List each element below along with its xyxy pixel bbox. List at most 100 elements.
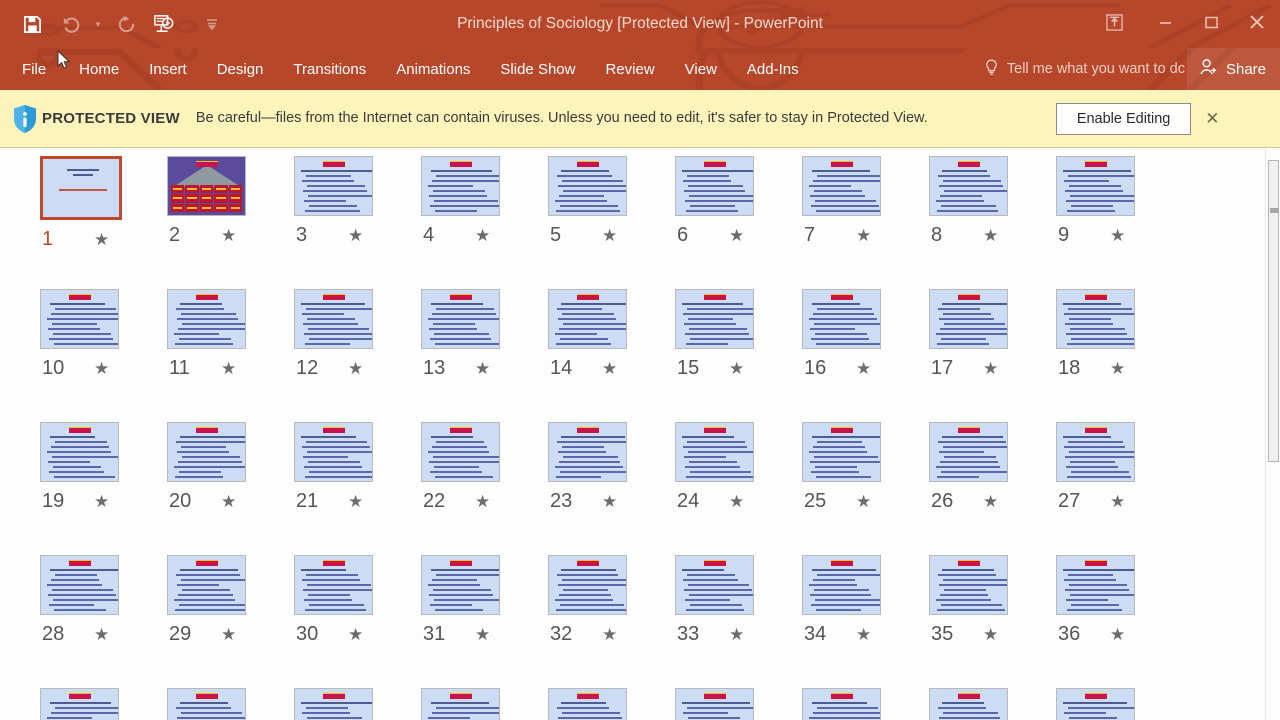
slide-thumbnail-19[interactable]: 19 ★ bbox=[40, 422, 167, 555]
animation-star-icon[interactable]: ★ bbox=[729, 626, 744, 643]
animation-star-icon[interactable]: ★ bbox=[475, 626, 490, 643]
slide-thumbnail-8[interactable]: 8 ★ bbox=[929, 156, 1056, 289]
slide-preview[interactable] bbox=[40, 156, 122, 220]
slide-thumbnail-37[interactable]: 37★ bbox=[40, 688, 167, 720]
animation-star-icon[interactable]: ★ bbox=[221, 626, 236, 643]
animation-star-icon[interactable]: ★ bbox=[983, 626, 998, 643]
animation-star-icon[interactable]: ★ bbox=[1110, 626, 1125, 643]
animation-star-icon[interactable]: ★ bbox=[602, 493, 617, 510]
slide-preview[interactable] bbox=[294, 555, 373, 615]
close-protected-view-icon[interactable]: ✕ bbox=[1199, 109, 1225, 129]
animation-star-icon[interactable]: ★ bbox=[856, 626, 871, 643]
slide-thumbnail-4[interactable]: 4 ★ bbox=[421, 156, 548, 289]
animation-star-icon[interactable]: ★ bbox=[729, 360, 744, 377]
slide-preview[interactable] bbox=[167, 156, 246, 216]
slide-preview[interactable] bbox=[929, 289, 1008, 349]
slide-thumbnail-42[interactable]: 42★ bbox=[675, 688, 802, 720]
maximize-icon[interactable] bbox=[1188, 0, 1234, 44]
slide-thumbnail-16[interactable]: 16 ★ bbox=[802, 289, 929, 422]
slide-thumbnail-34[interactable]: 34 ★ bbox=[802, 555, 929, 688]
animation-star-icon[interactable]: ★ bbox=[856, 227, 871, 244]
slide-preview[interactable] bbox=[294, 156, 373, 216]
animation-star-icon[interactable]: ★ bbox=[94, 493, 109, 510]
animation-star-icon[interactable]: ★ bbox=[475, 493, 490, 510]
animation-star-icon[interactable]: ★ bbox=[94, 626, 109, 643]
slide-preview[interactable] bbox=[675, 688, 754, 720]
slide-preview[interactable] bbox=[929, 422, 1008, 482]
tab-add-ins[interactable]: Add-Ins bbox=[732, 48, 814, 90]
tab-transitions[interactable]: Transitions bbox=[278, 48, 381, 90]
slide-thumbnail-10[interactable]: 10 ★ bbox=[40, 289, 167, 422]
tab-insert[interactable]: Insert bbox=[134, 48, 202, 90]
slide-preview[interactable] bbox=[929, 555, 1008, 615]
slide-thumbnail-18[interactable]: 18 ★ bbox=[1056, 289, 1183, 422]
tell-me-box[interactable]: Tell me what you want to dc bbox=[984, 48, 1185, 90]
slide-preview[interactable] bbox=[548, 555, 627, 615]
slide-thumbnail-29[interactable]: 29 ★ bbox=[167, 555, 294, 688]
slide-preview[interactable] bbox=[675, 422, 754, 482]
slide-thumbnail-23[interactable]: 23 ★ bbox=[548, 422, 675, 555]
slide-thumbnail-35[interactable]: 35 ★ bbox=[929, 555, 1056, 688]
animation-star-icon[interactable]: ★ bbox=[221, 360, 236, 377]
slide-preview[interactable] bbox=[421, 289, 500, 349]
slide-thumbnail-38[interactable]: 38★ bbox=[167, 688, 294, 720]
animation-star-icon[interactable]: ★ bbox=[729, 493, 744, 510]
slide-preview[interactable] bbox=[802, 555, 881, 615]
slide-thumbnail-25[interactable]: 25 ★ bbox=[802, 422, 929, 555]
slide-preview[interactable] bbox=[548, 289, 627, 349]
slide-thumbnail-3[interactable]: 3 ★ bbox=[294, 156, 421, 289]
slide-preview[interactable] bbox=[929, 688, 1008, 720]
slide-preview[interactable] bbox=[548, 156, 627, 216]
animation-star-icon[interactable]: ★ bbox=[856, 360, 871, 377]
slide-thumbnail-15[interactable]: 15 ★ bbox=[675, 289, 802, 422]
slide-thumbnail-45[interactable]: 45★ bbox=[1056, 688, 1183, 720]
slide-thumbnail-5[interactable]: 5 ★ bbox=[548, 156, 675, 289]
slide-preview[interactable] bbox=[675, 555, 754, 615]
tab-view[interactable]: View bbox=[670, 48, 732, 90]
slide-preview[interactable] bbox=[167, 555, 246, 615]
slide-thumbnail-31[interactable]: 31 ★ bbox=[421, 555, 548, 688]
slide-preview[interactable] bbox=[802, 289, 881, 349]
slide-preview[interactable] bbox=[1056, 688, 1135, 720]
slide-thumbnail-39[interactable]: 39★ bbox=[294, 688, 421, 720]
slide-thumbnail-44[interactable]: 44★ bbox=[929, 688, 1056, 720]
slide-thumbnail-2[interactable]: 2 ★ bbox=[167, 156, 294, 289]
slide-preview[interactable] bbox=[548, 688, 627, 720]
slide-preview[interactable] bbox=[802, 156, 881, 216]
animation-star-icon[interactable]: ★ bbox=[348, 360, 363, 377]
tab-review[interactable]: Review bbox=[590, 48, 669, 90]
close-icon[interactable] bbox=[1234, 0, 1280, 44]
slide-thumbnail-41[interactable]: 41★ bbox=[548, 688, 675, 720]
slide-thumbnail-32[interactable]: 32 ★ bbox=[548, 555, 675, 688]
slide-preview[interactable] bbox=[40, 289, 119, 349]
slide-preview[interactable] bbox=[421, 555, 500, 615]
start-presentation-icon[interactable] bbox=[146, 7, 182, 41]
animation-star-icon[interactable]: ★ bbox=[348, 626, 363, 643]
slide-preview[interactable] bbox=[421, 688, 500, 720]
scrollbar-thumb[interactable] bbox=[1268, 160, 1279, 462]
slide-preview[interactable] bbox=[167, 688, 246, 720]
animation-star-icon[interactable]: ★ bbox=[983, 227, 998, 244]
slide-preview[interactable] bbox=[548, 422, 627, 482]
slide-thumbnail-24[interactable]: 24 ★ bbox=[675, 422, 802, 555]
slide-preview[interactable] bbox=[1056, 289, 1135, 349]
enable-editing-button[interactable]: Enable Editing bbox=[1055, 102, 1192, 135]
slide-preview[interactable] bbox=[40, 688, 119, 720]
slide-thumbnail-33[interactable]: 33 ★ bbox=[675, 555, 802, 688]
animation-star-icon[interactable]: ★ bbox=[221, 493, 236, 510]
slide-thumbnail-28[interactable]: 28 ★ bbox=[40, 555, 167, 688]
slide-thumbnail-26[interactable]: 26 ★ bbox=[929, 422, 1056, 555]
slide-preview[interactable] bbox=[802, 422, 881, 482]
animation-star-icon[interactable]: ★ bbox=[348, 493, 363, 510]
slide-preview[interactable] bbox=[1056, 555, 1135, 615]
slide-preview[interactable] bbox=[167, 289, 246, 349]
save-icon[interactable] bbox=[14, 7, 50, 41]
slide-preview[interactable] bbox=[929, 156, 1008, 216]
customize-quick-access-icon[interactable] bbox=[204, 7, 220, 41]
slide-thumbnail-13[interactable]: 13 ★ bbox=[421, 289, 548, 422]
minimize-icon[interactable] bbox=[1142, 0, 1188, 44]
slide-thumbnail-36[interactable]: 36 ★ bbox=[1056, 555, 1183, 688]
animation-star-icon[interactable]: ★ bbox=[94, 360, 109, 377]
slide-preview[interactable] bbox=[294, 422, 373, 482]
slide-thumbnail-17[interactable]: 17 ★ bbox=[929, 289, 1056, 422]
